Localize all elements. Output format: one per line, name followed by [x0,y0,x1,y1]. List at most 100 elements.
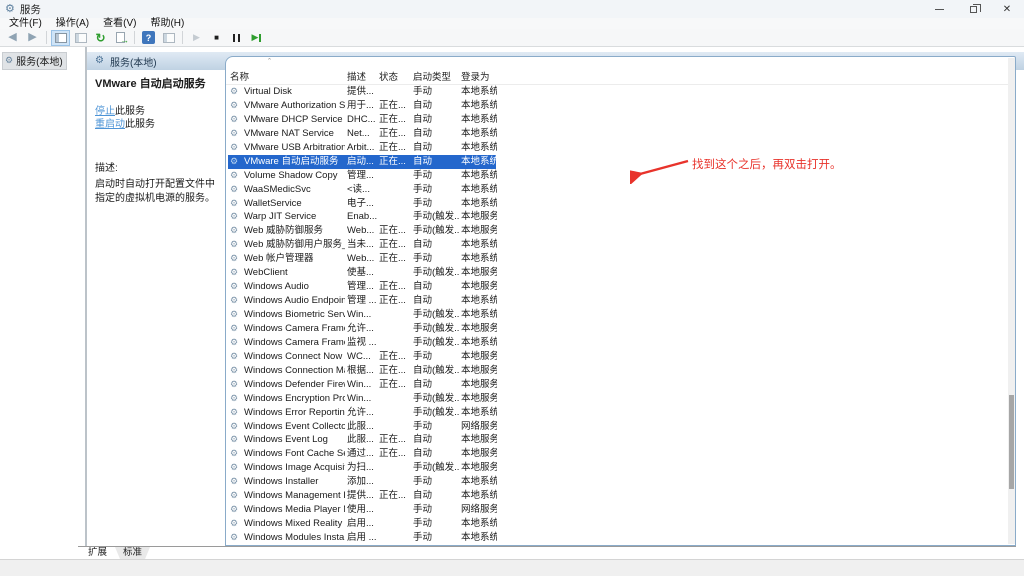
tab-standard[interactable]: 标准 [115,547,150,559]
tree-item-services-local[interactable]: ⚙ 服务(本地) [2,52,67,70]
service-row[interactable]: ⚙ Web 威胁防御服务 Web... 正在... 手动(触发... 本地服务 [226,224,1007,238]
console-window-icon[interactable] [159,30,178,46]
service-gear-icon: ⚙ [230,253,239,264]
service-startup-type-cell: 手动(触发... [413,462,459,474]
stop-service-icon[interactable]: ■ [207,30,226,46]
stop-service-link[interactable]: 停止 [95,106,115,117]
service-status-cell: 正在... [379,295,406,307]
menu-item-action[interactable]: 操作(A) [49,18,96,29]
forward-icon[interactable]: ▶ [23,30,42,46]
service-row[interactable]: ⚙ Windows Connection Man...根据... 正在... 自动(触… [226,364,1007,378]
menu-item-file[interactable]: 文件(F) [2,18,49,29]
pause-service-icon[interactable] [227,30,246,46]
start-service-icon[interactable]: ▶ [187,30,206,46]
service-logon-cell: 本地系统 [461,155,497,167]
service-row[interactable]: ⚙ Windows Event Log 此服... 正在... 自动 本地服务 [226,433,1007,447]
service-row[interactable]: ⚙ Windows Defender FirewallWin... 正在... 自动 本… [226,378,1007,392]
service-row[interactable]: ⚙ Windows Audio Endpoint B...管理 ...正在... 自… [226,294,1007,308]
status-bar [0,559,1024,576]
close-button[interactable]: ✕ [990,0,1024,18]
service-row[interactable]: ⚙ Virtual Disk 提供... 手动 本地系统 [226,85,1007,99]
service-row[interactable]: ⚙ Windows Audio 管理... 正在... 自动 本地服务 [226,280,1007,294]
service-gear-icon: ⚙ [230,141,239,152]
service-row[interactable]: ⚙ Windows Encryption Provid...Win... 手动(触发… [226,392,1007,406]
service-row[interactable]: ⚙ Windows Management Ins...提供... 正在... 自动 本地… [226,489,1007,503]
service-row[interactable]: ⚙ Volume Shadow Copy 管理... 手动 本地系统 [226,169,1007,183]
minimize-button[interactable] [922,0,956,18]
service-startup-type-cell: 自动 [413,434,433,446]
service-row[interactable]: ⚙ WaaSMedicSvc <读... 手动 本地系统 [226,183,1007,197]
service-status-cell: 正在... [379,113,406,125]
show-console-tree-icon[interactable] [51,29,70,46]
refresh-icon[interactable]: ↻ [91,30,110,46]
service-row[interactable]: ⚙ VMware USB Arbitration S...Arbit... 正在..… [226,141,1007,155]
service-gear-icon: ⚙ [230,86,239,96]
service-row[interactable]: ⚙ Windows Event Collector 此服... 手动 网络服务 [226,420,1007,434]
tab-extended[interactable]: 扩展 [80,547,115,559]
service-row[interactable]: ⚙ Windows Camera Frame S...允许... 手动(触发...本… [226,322,1007,336]
service-row[interactable]: ⚙ Windows Modules Installer启用 ... 手动 本地系统 [226,531,1007,545]
menu-item-help[interactable]: 帮助(H) [143,18,191,29]
service-startup-type-cell: 手动(触发... [413,336,459,348]
service-status-cell: 正在... [379,434,406,446]
service-row[interactable]: ⚙ VMware NAT Service Net... 正在... 自动 本地系统 [226,127,1007,141]
column-header-name[interactable]: 名称 [230,71,249,85]
service-logon-cell: 本地系统 [461,113,497,125]
service-name-cell: Windows Error Reporting S... [244,406,345,418]
service-row[interactable]: ⚙ Web 威胁防御用户服务_a1...当未... 正在... 自动 本地系统 [226,238,1007,252]
service-logon-cell: 本地服务 [461,267,497,279]
column-header-description[interactable]: 描述 [347,71,366,85]
service-description-cell: Win... [347,378,372,390]
service-row[interactable]: ⚙ Windows Media Player Net...使用... 手动 网络服务 [226,503,1007,517]
service-row[interactable]: ⚙ Windows Biometric ServiceWin... 手动(触发...… [226,308,1007,322]
help-icon[interactable]: ? [139,30,158,46]
scrollbar-thumb[interactable] [1009,395,1014,489]
restore-button[interactable] [956,0,990,18]
service-row[interactable]: ⚙ WebClient 使基... 手动(触发... 本地服务 [226,266,1007,280]
service-row[interactable]: ⚙ VMware 自动启动服务 启动... 正在... 自动 本地系统 [226,154,1007,169]
service-name-cell: VMware NAT Service [244,127,334,139]
service-name-cell: Windows Modules Installer [244,532,345,543]
service-row[interactable]: ⚙ VMware Authorization Ser...用于... 正在... 自动… [226,99,1007,113]
service-description-cell: 监视 ... [347,336,377,348]
service-row[interactable]: ⚙ Windows Font Cache Servi...通过... 正在... 自动… [226,447,1007,461]
service-row[interactable]: ⚙ Web 帐户管理器 Web... 正在... 手动 本地系统 [226,252,1007,266]
service-row[interactable]: ⚙ Windows Camera Frame S...监视 ... 手动(触发...… [226,336,1007,350]
column-header-startup-type[interactable]: 启动类型 [413,71,451,85]
service-row[interactable]: ⚙ Warp JIT Service Enab... 手动(触发... 本地服务 [226,210,1007,224]
service-gear-icon: ⚙ [230,420,239,431]
service-description-cell: 启用 ... [347,532,377,543]
service-logon-cell: 本地系统 [461,490,497,502]
service-row[interactable]: ⚙ VMware DHCP Service DHC... 正在... 自动 本地系统 [226,113,1007,127]
service-logon-cell: 本地系统 [461,197,497,209]
vertical-scrollbar[interactable] [1008,58,1015,544]
column-header-status[interactable]: 状态 [379,71,398,85]
service-row[interactable]: ⚙ Windows Installer 添加... 手动 本地系统 [226,475,1007,489]
export-list-icon[interactable]: → [111,30,130,46]
service-startup-type-cell: 手动 [413,86,433,97]
service-status-cell: 正在... [379,239,406,251]
service-row[interactable]: ⚙ Windows Error Reporting S...允许... 手动(触发.… [226,406,1007,420]
service-status-cell: 正在... [379,378,406,390]
service-gear-icon: ⚙ [230,504,239,515]
service-row[interactable]: ⚙ Windows Image Acquisitio...为扫... 手动(触发..… [226,461,1007,475]
menu-item-view[interactable]: 查看(V) [96,18,143,29]
service-description-cell: 允许... [347,406,374,418]
service-description-cell: 管理 ... [347,295,377,307]
service-startup-type-cell: 手动 [413,169,433,181]
menu-bar: 文件(F) 操作(A) 查看(V) 帮助(H) [0,18,1024,29]
service-row[interactable]: ⚙ WalletService 电子... 手动 本地系统 [226,197,1007,211]
service-row[interactable]: ⚙ Windows Mixed Reality Op...启用... 手动 本地系统 [226,517,1007,531]
service-description-cell: DHC... [347,113,376,125]
service-description-cell: 根据... [347,364,374,376]
console-window-icon[interactable] [71,30,90,46]
service-row[interactable]: ⚙ Windows Connect Now - C...WC... 正在... 手动 本… [226,350,1007,364]
service-startup-type-cell: 自动 [413,99,433,111]
service-gear-icon: ⚙ [230,295,239,306]
back-icon[interactable]: ◀ [3,30,22,46]
service-name-cell: Web 威胁防御用户服务_a1... [244,239,345,251]
resume-service-icon[interactable]: ▶ [247,30,266,46]
restart-service-link[interactable]: 重启动 [95,119,125,130]
service-name-cell: Windows Camera Frame S... [244,336,345,348]
column-header-logon-as[interactable]: 登录为 [461,71,490,85]
